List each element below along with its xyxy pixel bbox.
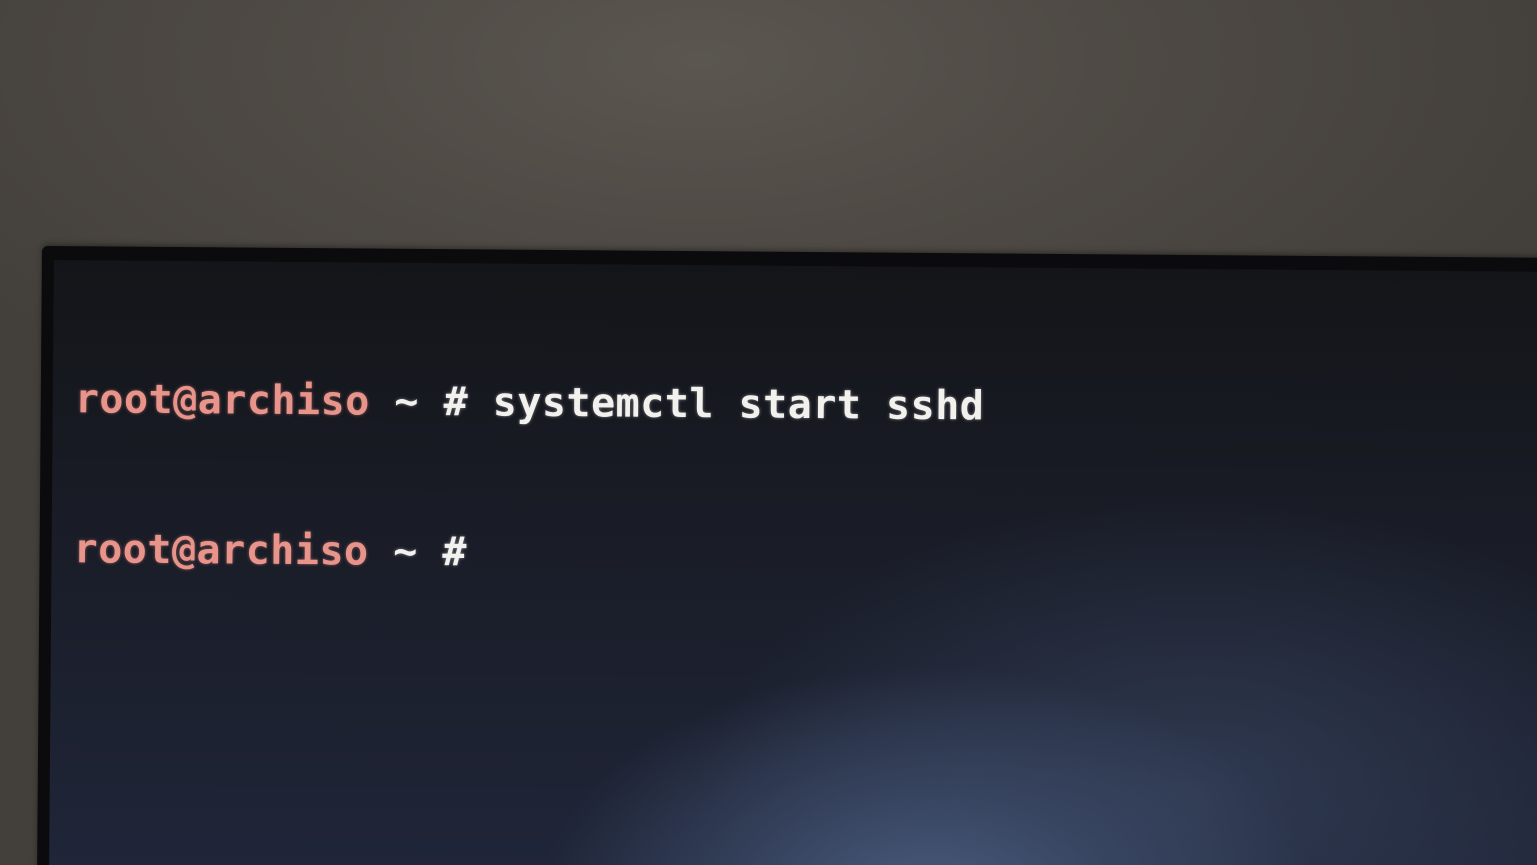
prompt-user-host: root@archiso — [73, 526, 369, 575]
command-text: systemctl start sshd — [492, 379, 985, 430]
prompt-user-host: root@archiso — [74, 376, 370, 425]
prompt-cwd: ~ — [394, 378, 420, 425]
terminal-line: root@archiso ~ # systemctl start sshd — [75, 374, 985, 431]
prompt-symbol: # — [443, 379, 469, 426]
monitor-bezel: root@archiso ~ # systemctl start sshd ro… — [36, 246, 1537, 865]
prompt-symbol: # — [442, 529, 468, 576]
console-screen[interactable]: root@archiso ~ # systemctl start sshd ro… — [48, 260, 1537, 865]
prompt-cwd: ~ — [393, 528, 418, 575]
terminal-line-active[interactable]: root@archiso ~ # — [73, 524, 983, 581]
terminal-output[interactable]: root@archiso ~ # systemctl start sshd ro… — [73, 274, 986, 681]
